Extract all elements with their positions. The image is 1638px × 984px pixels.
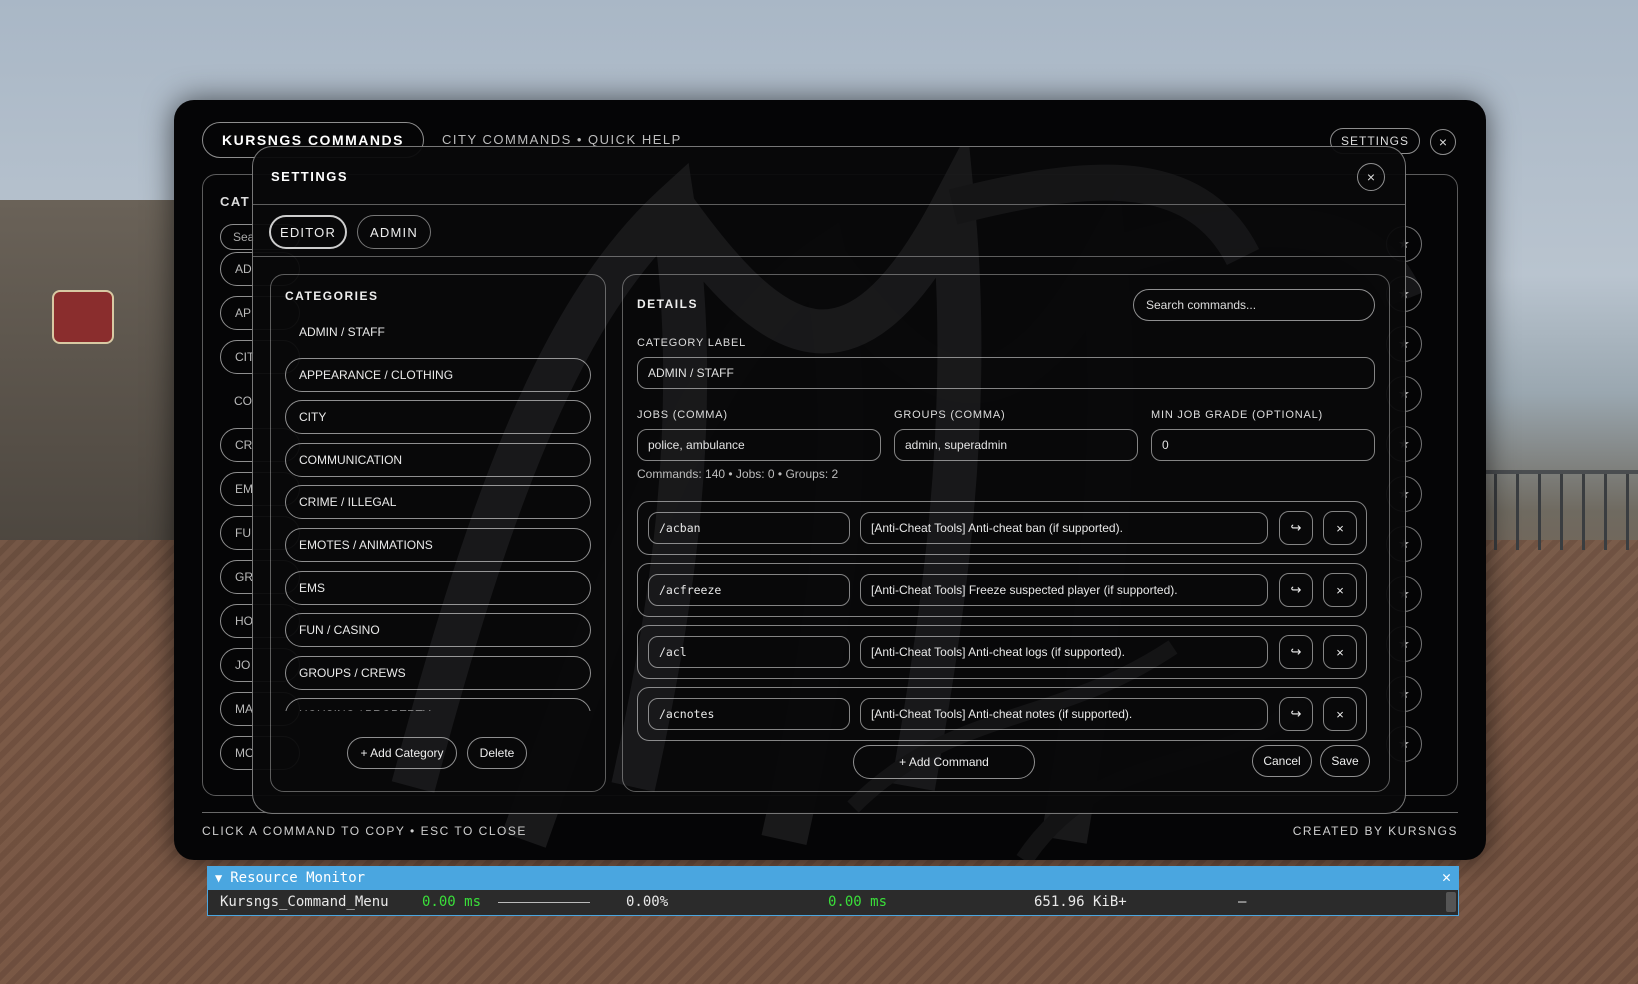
settings-title: SETTINGS — [271, 169, 349, 184]
categories-list: ADMIN / STAFF APPEARANCE / CLOTHING CITY… — [285, 315, 591, 711]
category-item-emotes[interactable]: EMOTES / ANIMATIONS — [285, 527, 591, 562]
move-command-icon[interactable]: ↪ — [1279, 635, 1313, 669]
category-label-input[interactable]: ADMIN / STAFF — [637, 357, 1375, 389]
settings-modal: SETTINGS × EDITOR ADMIN CATEGORIES ADMIN… — [252, 146, 1406, 814]
close-icon[interactable]: × — [1357, 163, 1385, 191]
command-name-input[interactable]: /acl — [648, 636, 850, 668]
command-description-input[interactable]: [Anti-Cheat Tools] Anti-cheat logs (if s… — [860, 636, 1268, 668]
close-icon[interactable]: × — [1430, 129, 1456, 155]
resource-percent: 0.00% — [626, 894, 669, 910]
category-item-appearance[interactable]: APPEARANCE / CLOTHING — [285, 357, 591, 392]
category-item-crime[interactable]: CRIME / ILLEGAL — [285, 485, 591, 520]
details-panel: DETAILS Search commands... CATEGORY LABE… — [622, 274, 1390, 792]
categories-title: CATEGORIES — [285, 289, 379, 303]
cancel-button[interactable]: Cancel — [1252, 745, 1312, 777]
groups-input[interactable]: admin, superadmin — [894, 429, 1138, 461]
resource-monitor-header[interactable]: ▼ Resource Monitor ✕ — [207, 866, 1459, 890]
delete-command-icon[interactable]: × — [1323, 511, 1357, 545]
delete-command-icon[interactable]: × — [1323, 635, 1357, 669]
search-commands-input[interactable]: Search commands... — [1133, 289, 1375, 321]
command-row: /acl [Anti-Cheat Tools] Anti-cheat logs … — [637, 625, 1367, 679]
divider — [253, 204, 1405, 205]
groups-label: GROUPS (COMMA) — [894, 409, 1006, 421]
command-name-input[interactable]: /acnotes — [648, 698, 850, 730]
tab-admin[interactable]: ADMIN — [357, 215, 431, 249]
move-command-icon[interactable]: ↪ — [1279, 697, 1313, 731]
delete-category-button[interactable]: Delete — [467, 737, 527, 769]
jobs-label: JOBS (COMMA) — [637, 409, 728, 421]
category-item-admin-staff[interactable]: ADMIN / STAFF — [285, 315, 591, 349]
resource-time-ms: 0.00 ms — [828, 894, 888, 910]
resource-extra: – — [1238, 894, 1247, 910]
category-item-ems[interactable]: EMS — [285, 570, 591, 605]
details-title: DETAILS — [637, 297, 698, 311]
scrollbar[interactable] — [1446, 892, 1456, 912]
delete-command-icon[interactable]: × — [1323, 573, 1357, 607]
add-category-button[interactable]: + Add Category — [347, 737, 457, 769]
resource-monitor: ▼ Resource Monitor ✕ Kursngs_Command_Men… — [207, 866, 1459, 916]
background-sign — [52, 290, 114, 344]
command-row: /acfreeze [Anti-Cheat Tools] Freeze susp… — [637, 563, 1367, 617]
categories-title: CAT — [220, 194, 251, 209]
resource-name: Kursngs_Command_Menu — [220, 894, 389, 910]
category-item-city[interactable]: CITY — [285, 400, 591, 435]
delete-command-icon[interactable]: × — [1323, 697, 1357, 731]
jobs-input[interactable]: police, ambulance — [637, 429, 881, 461]
category-label-title: CATEGORY LABEL — [637, 337, 747, 349]
resource-monitor-title: Resource Monitor — [230, 870, 366, 886]
move-command-icon[interactable]: ↪ — [1279, 573, 1313, 607]
command-description-input[interactable]: [Anti-Cheat Tools] Anti-cheat ban (if su… — [860, 512, 1268, 544]
command-row: /acban [Anti-Cheat Tools] Anti-cheat ban… — [637, 501, 1367, 555]
divider — [253, 256, 1405, 257]
category-item-groups[interactable]: GROUPS / CREWS — [285, 655, 591, 690]
resource-memory: 651.96 KiB+ — [1034, 894, 1127, 910]
categories-panel: CATEGORIES ADMIN / STAFF APPEARANCE / CL… — [270, 274, 606, 792]
collapse-icon[interactable]: ▼ — [215, 871, 222, 885]
command-description-input[interactable]: [Anti-Cheat Tools] Anti-cheat notes (if … — [860, 698, 1268, 730]
command-row: /acnotes [Anti-Cheat Tools] Anti-cheat n… — [637, 687, 1367, 741]
background-building — [0, 200, 190, 580]
add-command-button[interactable]: + Add Command — [853, 745, 1035, 779]
resource-row: Kursngs_Command_Menu 0.00 ms 0.00% 0.00 … — [207, 890, 1459, 916]
category-item-housing[interactable]: HOUSING / PROPERTY — [285, 698, 591, 711]
move-command-icon[interactable]: ↪ — [1279, 511, 1313, 545]
footer-credit: CREATED BY KURSNGS — [1292, 824, 1458, 838]
resource-cpu-ms: 0.00 ms — [422, 894, 482, 910]
category-item-communication[interactable]: COMMUNICATION — [285, 442, 591, 477]
command-name-input[interactable]: /acban — [648, 512, 850, 544]
tab-editor[interactable]: EDITOR — [269, 215, 347, 249]
app-subtitle: CITY COMMANDS • QUICK HELP — [442, 132, 682, 147]
resource-graph-line — [498, 902, 590, 903]
footer-hint: CLICK A COMMAND TO COPY • ESC TO CLOSE — [202, 824, 527, 838]
close-icon[interactable]: ✕ — [1442, 868, 1451, 886]
command-name-input[interactable]: /acfreeze — [648, 574, 850, 606]
min-job-grade-label: MIN JOB GRADE (OPTIONAL) — [1151, 409, 1323, 421]
category-item-fun-casino[interactable]: FUN / CASINO — [285, 613, 591, 648]
min-job-grade-input[interactable]: 0 — [1151, 429, 1375, 461]
command-description-input[interactable]: [Anti-Cheat Tools] Freeze suspected play… — [860, 574, 1268, 606]
command-stats: Commands: 140 • Jobs: 0 • Groups: 2 — [637, 467, 839, 481]
save-button[interactable]: Save — [1320, 745, 1370, 777]
